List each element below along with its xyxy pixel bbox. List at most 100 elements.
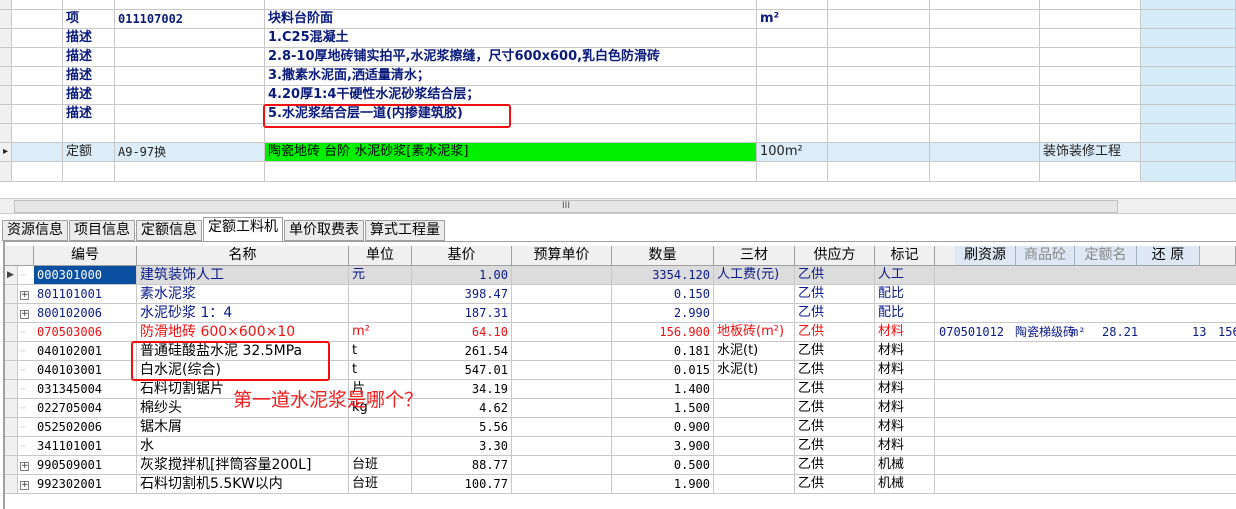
cell-budget[interactable] <box>512 342 612 361</box>
tree-node[interactable]: + <box>18 304 34 323</box>
grid-cell[interactable] <box>12 10 63 29</box>
cell-code[interactable]: 070503006 <box>34 323 137 342</box>
cell-mark[interactable]: 材料 <box>875 323 935 342</box>
cell-budget[interactable] <box>512 361 612 380</box>
cell-code[interactable]: 040103001 <box>34 361 137 380</box>
cell-qty[interactable]: 1.500 <box>612 399 714 418</box>
column-header-code[interactable]: 编号 <box>34 246 137 266</box>
cell-price[interactable]: 88.77 <box>412 456 512 475</box>
cell-mark[interactable]: 材料 <box>875 380 935 399</box>
grid-cell[interactable] <box>757 162 828 182</box>
cell-price[interactable]: 4.62 <box>412 399 512 418</box>
cell-sancai[interactable] <box>714 304 795 323</box>
column-header-price[interactable]: 基价 <box>412 246 512 266</box>
cell-code[interactable]: 022705004 <box>34 399 137 418</box>
cell-name[interactable]: 水 <box>137 437 349 456</box>
grid-cell[interactable] <box>1040 162 1141 182</box>
expand-icon[interactable]: + <box>20 481 29 490</box>
grid-cell[interactable] <box>12 48 63 67</box>
cell-budget[interactable] <box>512 399 612 418</box>
cell-supplier[interactable]: 乙供 <box>795 456 875 475</box>
cell-sancai[interactable] <box>714 380 795 399</box>
grid-cell[interactable] <box>828 48 930 67</box>
grid-cell[interactable] <box>828 29 930 48</box>
cell-qty[interactable]: 0.900 <box>612 418 714 437</box>
row-unit[interactable] <box>757 86 828 105</box>
grid-cell[interactable] <box>12 67 63 86</box>
grid-cell[interactable] <box>757 0 828 10</box>
cell-code[interactable]: 052502006 <box>34 418 137 437</box>
toolbar-button-0[interactable]: 刷资源 <box>955 246 1016 265</box>
column-header-supplier[interactable]: 供应方 <box>795 246 875 266</box>
cell-unit[interactable]: m² <box>349 323 412 342</box>
grid-cell[interactable] <box>1141 162 1236 182</box>
cell-supplier[interactable]: 乙供 <box>795 437 875 456</box>
cell-code[interactable]: 801101001 <box>34 285 137 304</box>
cell-name[interactable]: 水泥砂浆 1：4 <box>137 304 349 323</box>
toolbar-button-1[interactable]: 商品砼 <box>1016 246 1075 265</box>
cell-mark[interactable]: 机械 <box>875 475 935 494</box>
column-header-sancai[interactable]: 三材 <box>714 246 795 266</box>
cell-price[interactable]: 34.19 <box>412 380 512 399</box>
grid-cell[interactable] <box>0 162 12 182</box>
cell-qty[interactable]: 0.015 <box>612 361 714 380</box>
cell-unit[interactable]: 台班 <box>349 475 412 494</box>
cell-sancai[interactable]: 水泥(t) <box>714 361 795 380</box>
cell-unit[interactable]: t <box>349 342 412 361</box>
grid-cell[interactable] <box>930 86 1040 105</box>
tab-4[interactable]: 单价取费表 <box>284 220 364 241</box>
grid-cell[interactable] <box>828 105 930 124</box>
column-header-name[interactable]: 名称 <box>137 246 349 266</box>
cell-code[interactable]: 341101001 <box>34 437 137 456</box>
cell-qty[interactable]: 0.150 <box>612 285 714 304</box>
row-type[interactable]: 描述 <box>63 29 115 48</box>
toolbar-button-2[interactable]: 定额名 <box>1075 246 1137 265</box>
row-unit[interactable] <box>757 29 828 48</box>
cell-sancai[interactable]: 人工费(元) <box>714 266 795 285</box>
tree-node[interactable]: + <box>18 475 34 494</box>
horizontal-scrollbar[interactable]: III <box>0 198 1236 214</box>
grid-cell[interactable] <box>930 143 1040 162</box>
grid-cell[interactable] <box>1141 105 1236 124</box>
cell-budget[interactable] <box>512 475 612 494</box>
column-header-qty[interactable]: 数量 <box>612 246 714 266</box>
grid-cell[interactable] <box>1141 67 1236 86</box>
cell-name[interactable]: 建筑装饰人工 <box>137 266 349 285</box>
cell-code[interactable]: 000301000 <box>34 266 137 285</box>
cell-supplier[interactable]: 乙供 <box>795 323 875 342</box>
cell-name[interactable]: 石料切割机5.5KW以内 <box>137 475 349 494</box>
cell-unit[interactable]: 元 <box>349 266 412 285</box>
row-unit[interactable]: m² <box>757 10 828 29</box>
row-professional[interactable] <box>1040 29 1141 48</box>
expand-icon[interactable]: + <box>20 291 29 300</box>
cell-qty[interactable]: 1.400 <box>612 380 714 399</box>
grid-cell[interactable] <box>0 124 12 143</box>
row-unit[interactable] <box>757 48 828 67</box>
row-name[interactable]: 4.20厚1:4干硬性水泥砂浆结合层； <box>265 86 757 105</box>
grid-cell[interactable] <box>1040 0 1141 10</box>
row-type[interactable] <box>63 124 115 143</box>
cell-mark[interactable]: 材料 <box>875 399 935 418</box>
row-indicator[interactable] <box>5 323 18 342</box>
cell-sancai[interactable] <box>714 399 795 418</box>
grid-cell[interactable] <box>828 0 930 10</box>
row-type[interactable]: 项 <box>63 10 115 29</box>
cell-supplier[interactable]: 乙供 <box>795 304 875 323</box>
cell-sancai[interactable] <box>714 418 795 437</box>
cell-mark[interactable]: 材料 <box>875 342 935 361</box>
row-indicator[interactable] <box>5 380 18 399</box>
grid-cell[interactable] <box>12 29 63 48</box>
grid-cell[interactable] <box>828 67 930 86</box>
cell-sancai[interactable] <box>714 475 795 494</box>
cell-supplier[interactable]: 乙供 <box>795 361 875 380</box>
cell-mark[interactable]: 机械 <box>875 456 935 475</box>
cell-price[interactable]: 1.00 <box>412 266 512 285</box>
grid-cell[interactable] <box>828 86 930 105</box>
grid-cell[interactable] <box>1141 143 1236 162</box>
tab-1[interactable]: 项目信息 <box>69 220 135 241</box>
cell-mark[interactable]: 配比 <box>875 285 935 304</box>
row-code[interactable] <box>115 124 265 143</box>
grid-cell[interactable] <box>1141 124 1236 143</box>
grid-cell[interactable] <box>828 143 930 162</box>
cell-qty[interactable]: 156.900 <box>612 323 714 342</box>
